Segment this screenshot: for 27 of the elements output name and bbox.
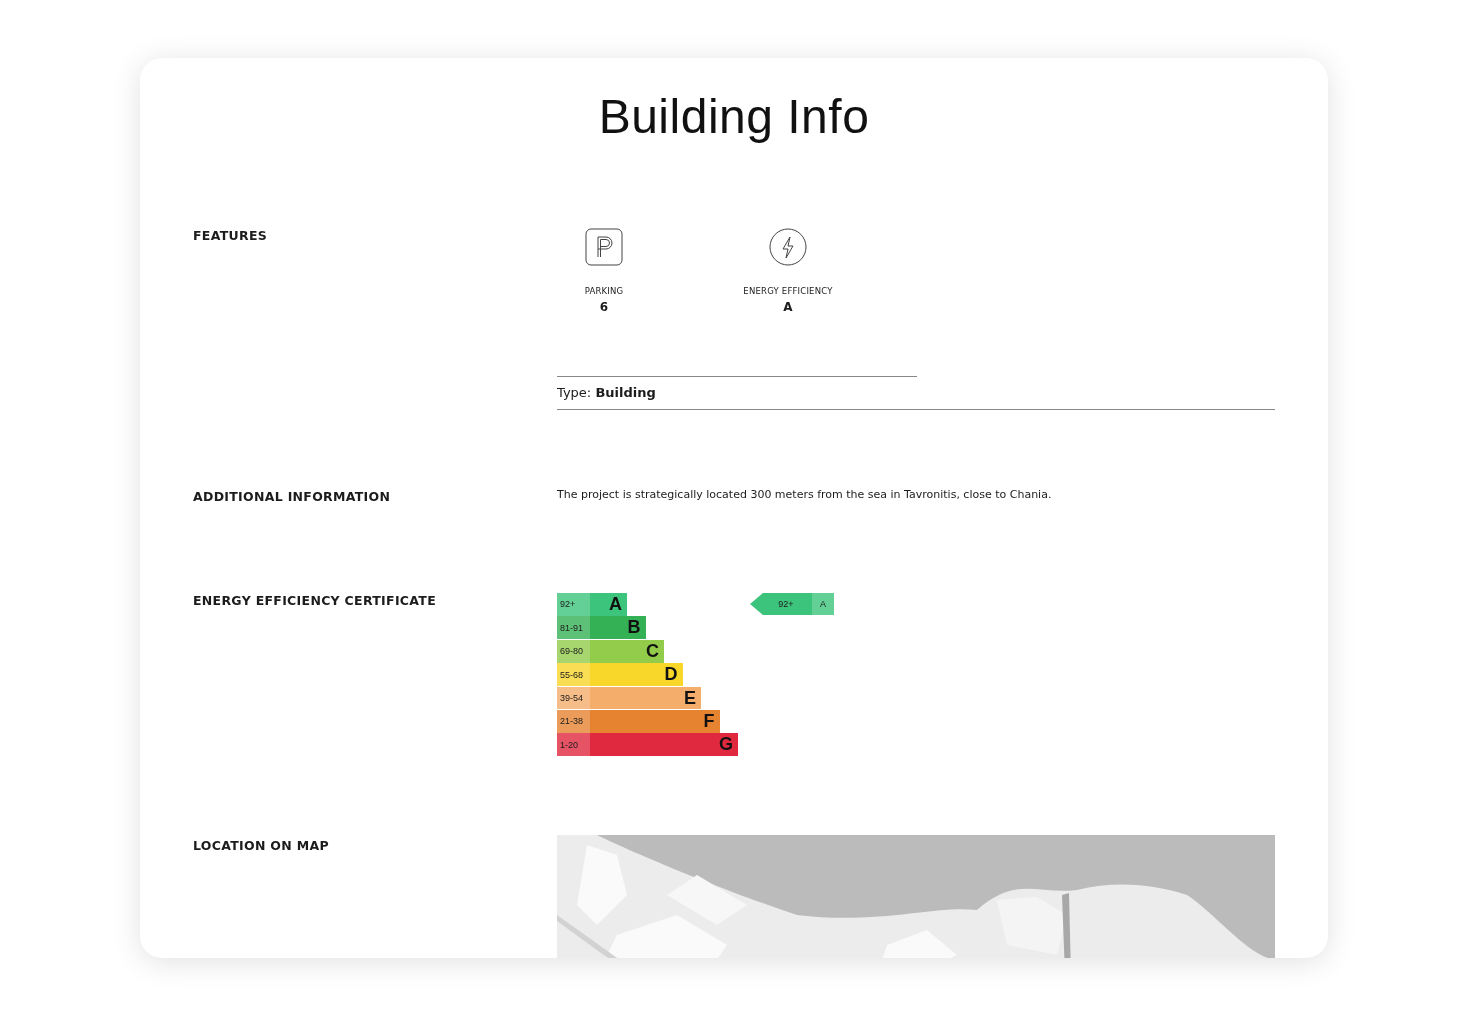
page-title: Building Info [598,90,870,144]
rating-bar: F [590,709,720,733]
feature-label: PARKING [584,286,624,296]
section-label: ADDITIONAL INFORMATION [193,489,392,504]
section-label: FEATURES [193,228,269,243]
rating-bar: D [590,663,683,687]
feature-value: 6 [599,300,609,314]
band-range: 1-20 [557,733,590,757]
band-range: 81-91 [557,616,590,640]
type-text: Type: Building [557,385,656,400]
rating-bar: A [590,593,627,616]
info-text: The project is strategically located 300 meters from the sea in Tavronitis, close to Chania. [557,488,1053,503]
section-label: LOCATION ON MAP [193,838,330,853]
rating-bar: B [590,616,646,640]
band-range: 39-54 [557,686,590,710]
section-label: ENERGY EFFICIENCY CERTIFICATE [193,593,437,608]
rating-bar: E [590,686,701,710]
band-range: 92+ [557,593,590,616]
band-range: 55-68 [557,663,590,687]
band-range: 21-38 [557,709,590,733]
feature-value: A [783,300,793,314]
feature-label: ENERGY EFFICIENCY [743,286,833,296]
parking-icon [585,228,623,266]
rating-bar: G [590,733,738,757]
rating-bar: C [590,639,664,663]
band-range: 69-80 [557,639,590,663]
lightning-icon [769,228,807,266]
